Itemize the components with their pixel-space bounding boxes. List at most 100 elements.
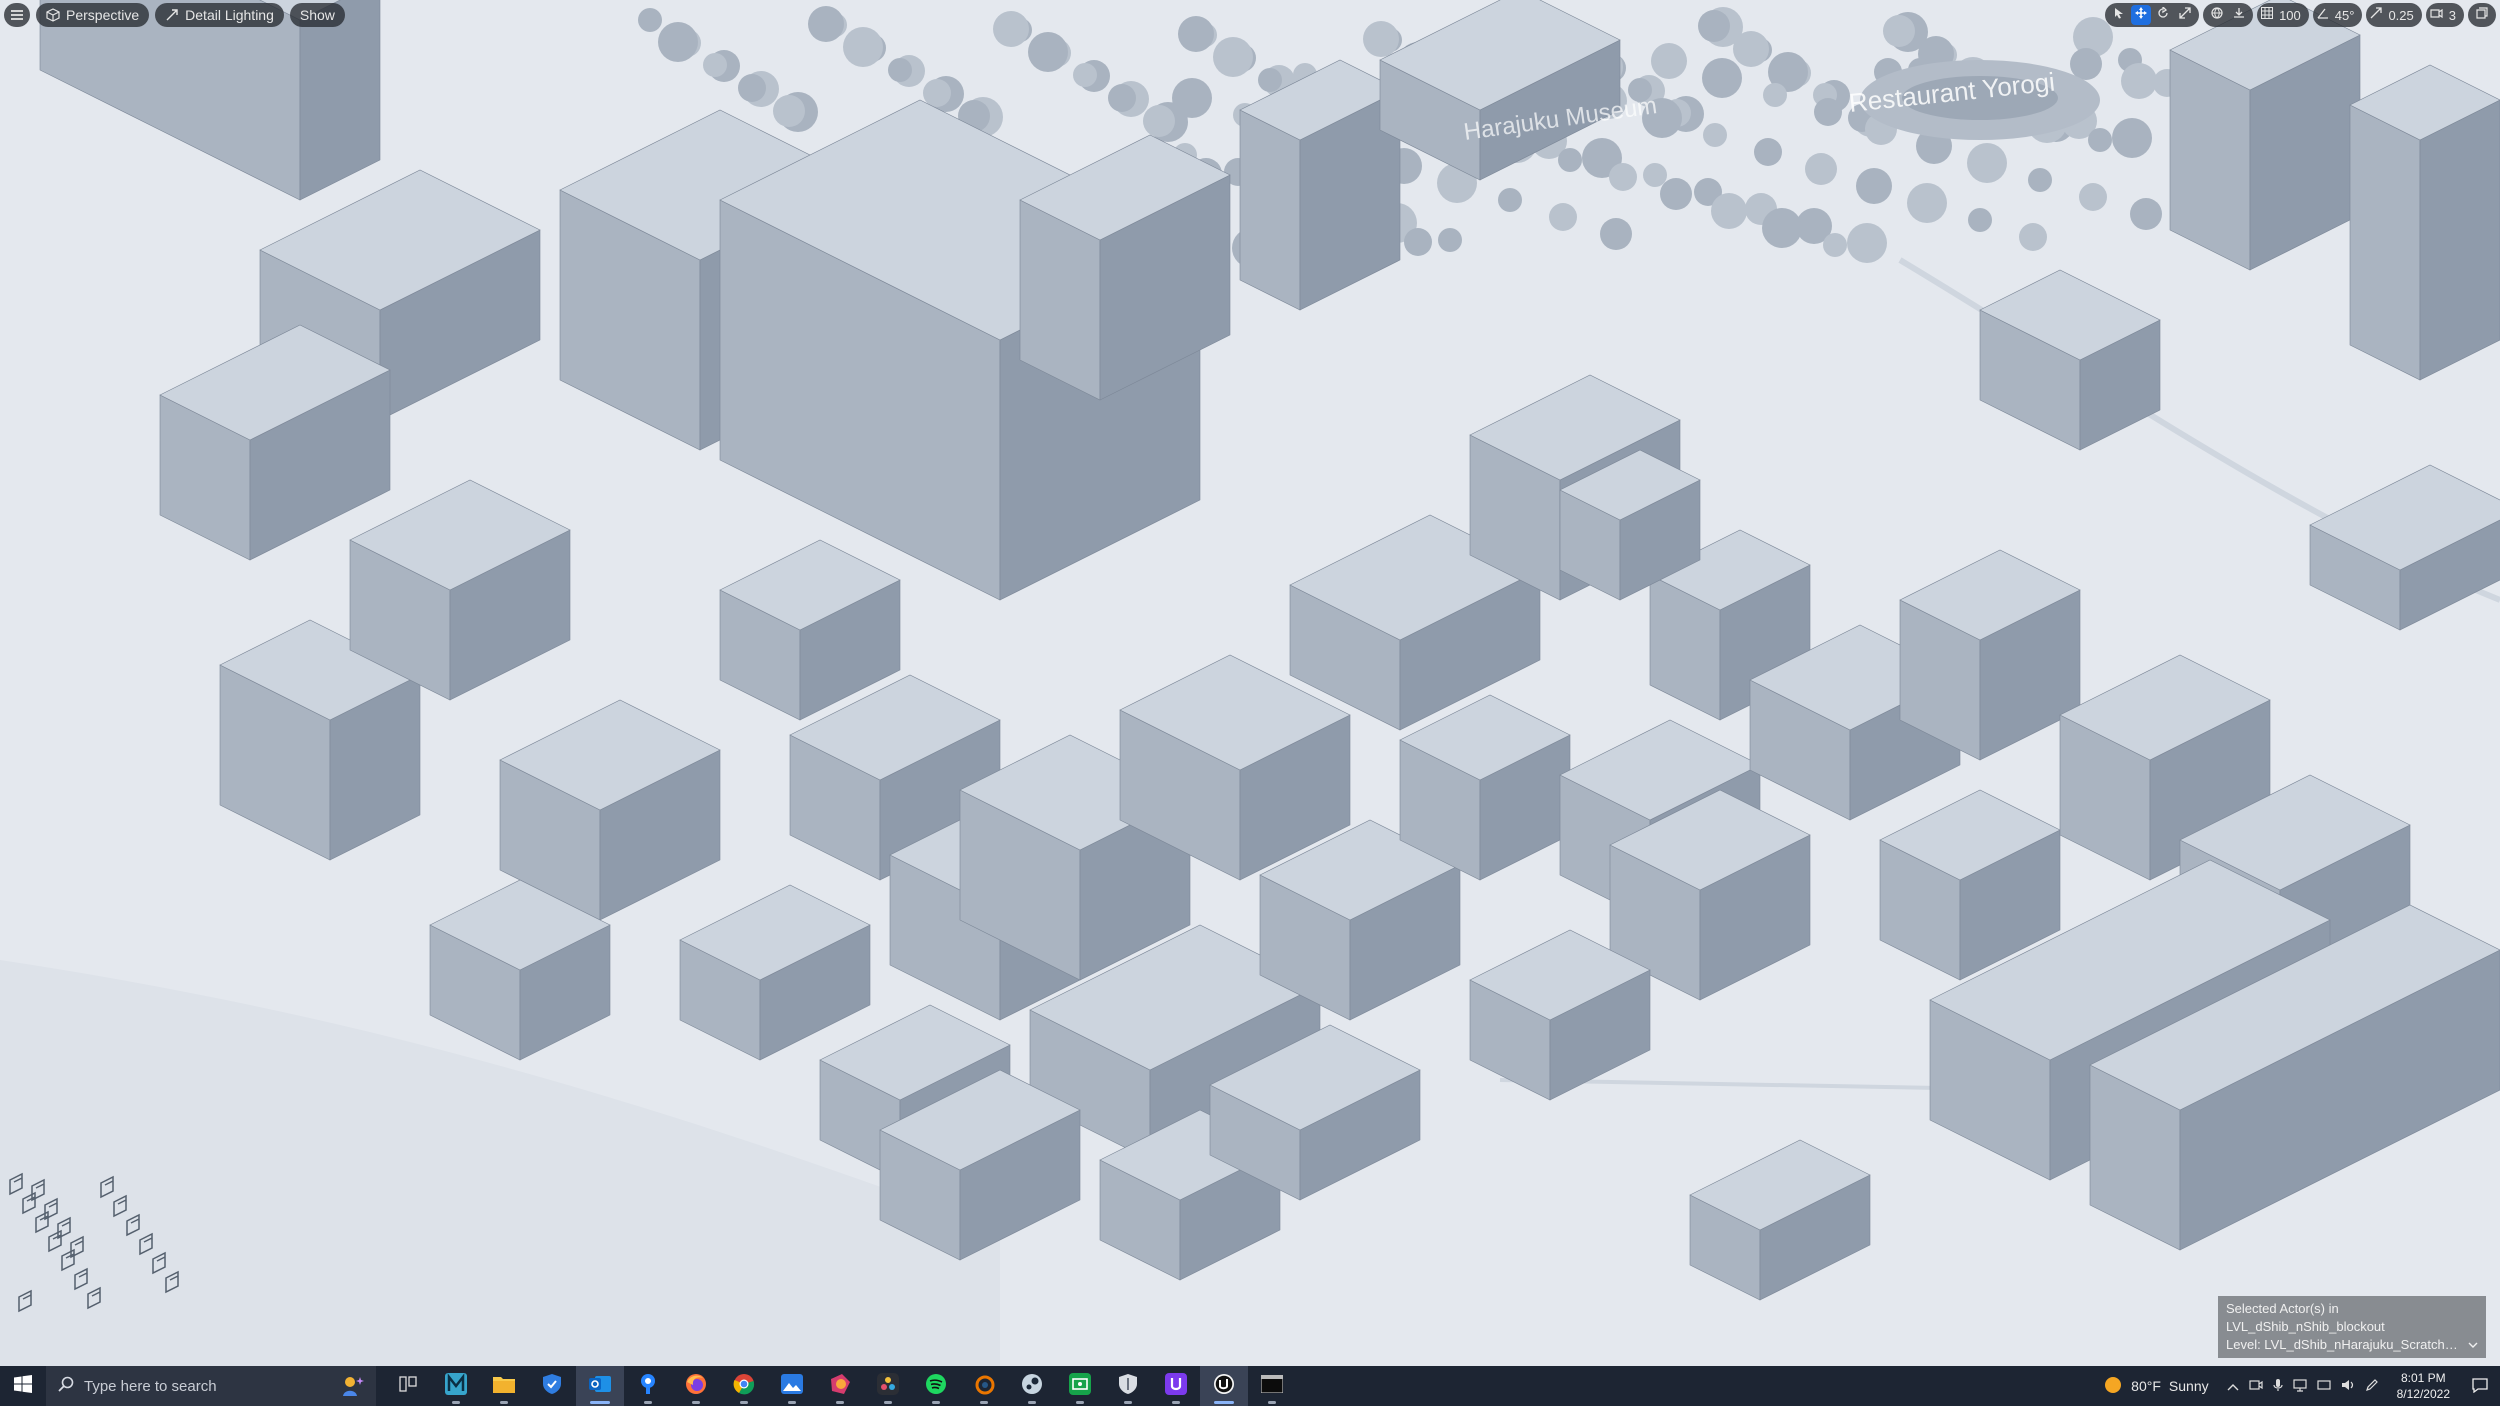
rotate-tool-button[interactable] <box>2153 5 2173 25</box>
tree <box>1172 78 1212 118</box>
taskbar-app-steam[interactable] <box>1008 1366 1056 1406</box>
tree <box>1073 63 1097 87</box>
cube-icon <box>46 8 60 22</box>
taskbar-app-terminal[interactable] <box>1248 1366 1296 1406</box>
city-blockout-scene[interactable]: Restaurant Yorogi Harajuku Museum <box>0 0 2500 1366</box>
weather-widget[interactable]: 80°F Sunny <box>2093 1375 2218 1398</box>
tree <box>1847 223 1887 263</box>
tree <box>843 27 883 67</box>
scale-snap-group[interactable]: 0.25 <box>2366 3 2422 27</box>
meet-now-icon[interactable] <box>2249 1378 2263 1395</box>
microphone-icon[interactable] <box>2273 1378 2283 1395</box>
taskbar-app-sourcetree[interactable] <box>624 1366 672 1406</box>
epic-games-icon <box>1165 1372 1187 1400</box>
outlook-icon <box>589 1373 611 1400</box>
tree <box>773 95 805 127</box>
steam-icon <box>1021 1373 1043 1400</box>
tree <box>1600 218 1632 250</box>
network-icon[interactable] <box>2317 1378 2331 1395</box>
level-viewport[interactable]: Restaurant Yorogi Harajuku Museum Perspe… <box>0 0 2500 1366</box>
taskbar-app-chrome[interactable] <box>720 1366 768 1406</box>
perspective-view-button[interactable]: Perspective <box>36 3 150 27</box>
tree <box>638 8 662 32</box>
surface-snap-button[interactable] <box>2229 5 2249 25</box>
tray-icons <box>2219 1378 2387 1395</box>
viewport-toolbar-left: Perspective Detail Lighting Show <box>4 3 345 27</box>
tree <box>993 11 1029 47</box>
taskbar-app-blender[interactable] <box>960 1366 1008 1406</box>
taskbar-search-box[interactable]: Type here to search <box>46 1366 376 1406</box>
tree <box>1660 178 1692 210</box>
rotation-snap-group[interactable]: 45° <box>2312 3 2363 27</box>
tree <box>1805 153 1837 185</box>
building-block <box>2169 0 2361 271</box>
vpn-shield-icon <box>1118 1373 1138 1400</box>
scale-tool-button[interactable] <box>2175 5 2195 25</box>
grid-snap-group[interactable]: 100 <box>2257 3 2309 27</box>
tree <box>1643 163 1667 187</box>
rotation-snap-value: 45° <box>2334 7 2355 23</box>
rotate-icon <box>2157 5 2169 24</box>
taskbar-app-davinci[interactable] <box>864 1366 912 1406</box>
current-level-label: Level: LVL_dShib_nHarajuku_ScratchMap <box>2226 1337 2469 1352</box>
clock[interactable]: 8:01 PM 8/12/2022 <box>2387 1370 2460 1402</box>
translate-tool-button[interactable] <box>2131 5 2152 25</box>
tree <box>1258 68 1282 92</box>
scale-snap-value: 0.25 <box>2388 7 2414 23</box>
taskbar-app-spotify[interactable] <box>912 1366 960 1406</box>
spotify-icon <box>925 1373 947 1400</box>
tree <box>1438 228 1462 252</box>
select-tool-button[interactable] <box>2109 5 2129 25</box>
tree <box>1698 10 1730 42</box>
tree <box>808 6 844 42</box>
tree <box>1711 193 1747 229</box>
tree <box>1609 163 1637 191</box>
taskbar-app-maya[interactable] <box>432 1366 480 1406</box>
angle-icon <box>2317 6 2329 24</box>
tree <box>1814 98 1842 126</box>
taskbar-app-shield[interactable] <box>528 1366 576 1406</box>
tree <box>658 22 698 62</box>
maximize-viewport-button[interactable] <box>2472 5 2492 25</box>
camera-speed-group[interactable]: 3 <box>2425 3 2464 27</box>
viewport-toolbar-right: 100 45° 0.25 3 <box>2105 3 2496 27</box>
volume-icon[interactable] <box>2341 1378 2355 1395</box>
taskbar-app-unreal[interactable] <box>1200 1366 1248 1406</box>
taskbar-app-rider[interactable] <box>816 1366 864 1406</box>
weather-condition: Sunny <box>2168 1378 2209 1394</box>
camera-speed-value: 3 <box>2448 7 2456 23</box>
maya-icon <box>445 1372 467 1400</box>
rider-icon <box>829 1373 851 1400</box>
taskbar-app-file-explorer[interactable] <box>480 1366 528 1406</box>
start-button[interactable] <box>0 1366 46 1406</box>
taskbar-app-firefox[interactable] <box>672 1366 720 1406</box>
photos-icon <box>781 1373 803 1399</box>
hamburger-icon <box>10 8 24 22</box>
sun-icon <box>2103 1375 2123 1398</box>
tree <box>1762 208 1802 248</box>
chevron-up-icon[interactable] <box>2227 1378 2239 1394</box>
pen-icon[interactable] <box>2365 1378 2379 1395</box>
view-mode-button[interactable]: Detail Lighting <box>155 3 284 27</box>
taskbar-app-outlook[interactable] <box>576 1366 624 1406</box>
task-view-button[interactable] <box>384 1366 432 1406</box>
scale-icon <box>2179 6 2191 24</box>
viewport-options-button[interactable] <box>4 3 30 27</box>
tree <box>1558 148 1582 172</box>
taskbar-app-cash[interactable] <box>1056 1366 1104 1406</box>
tree <box>1754 138 1782 166</box>
globe-icon <box>2211 6 2223 24</box>
world-local-button[interactable] <box>2207 5 2227 25</box>
notifications-button[interactable] <box>2460 1366 2500 1406</box>
taskbar-app-vpn[interactable] <box>1104 1366 1152 1406</box>
display-icon[interactable] <box>2293 1378 2307 1395</box>
windows-taskbar: Type here to search 80°F Sunny 8:01 PM 8… <box>0 1366 2500 1406</box>
maximize-viewport-group <box>2468 3 2496 27</box>
taskbar-app-epic[interactable] <box>1152 1366 1200 1406</box>
taskbar-app-photos[interactable] <box>768 1366 816 1406</box>
tree <box>1883 15 1915 47</box>
current-level-row[interactable]: Level: LVL_dShib_nHarajuku_ScratchMap <box>2226 1336 2478 1354</box>
tree <box>1856 168 1892 204</box>
show-flags-button[interactable]: Show <box>289 3 345 27</box>
tree <box>1733 31 1769 67</box>
